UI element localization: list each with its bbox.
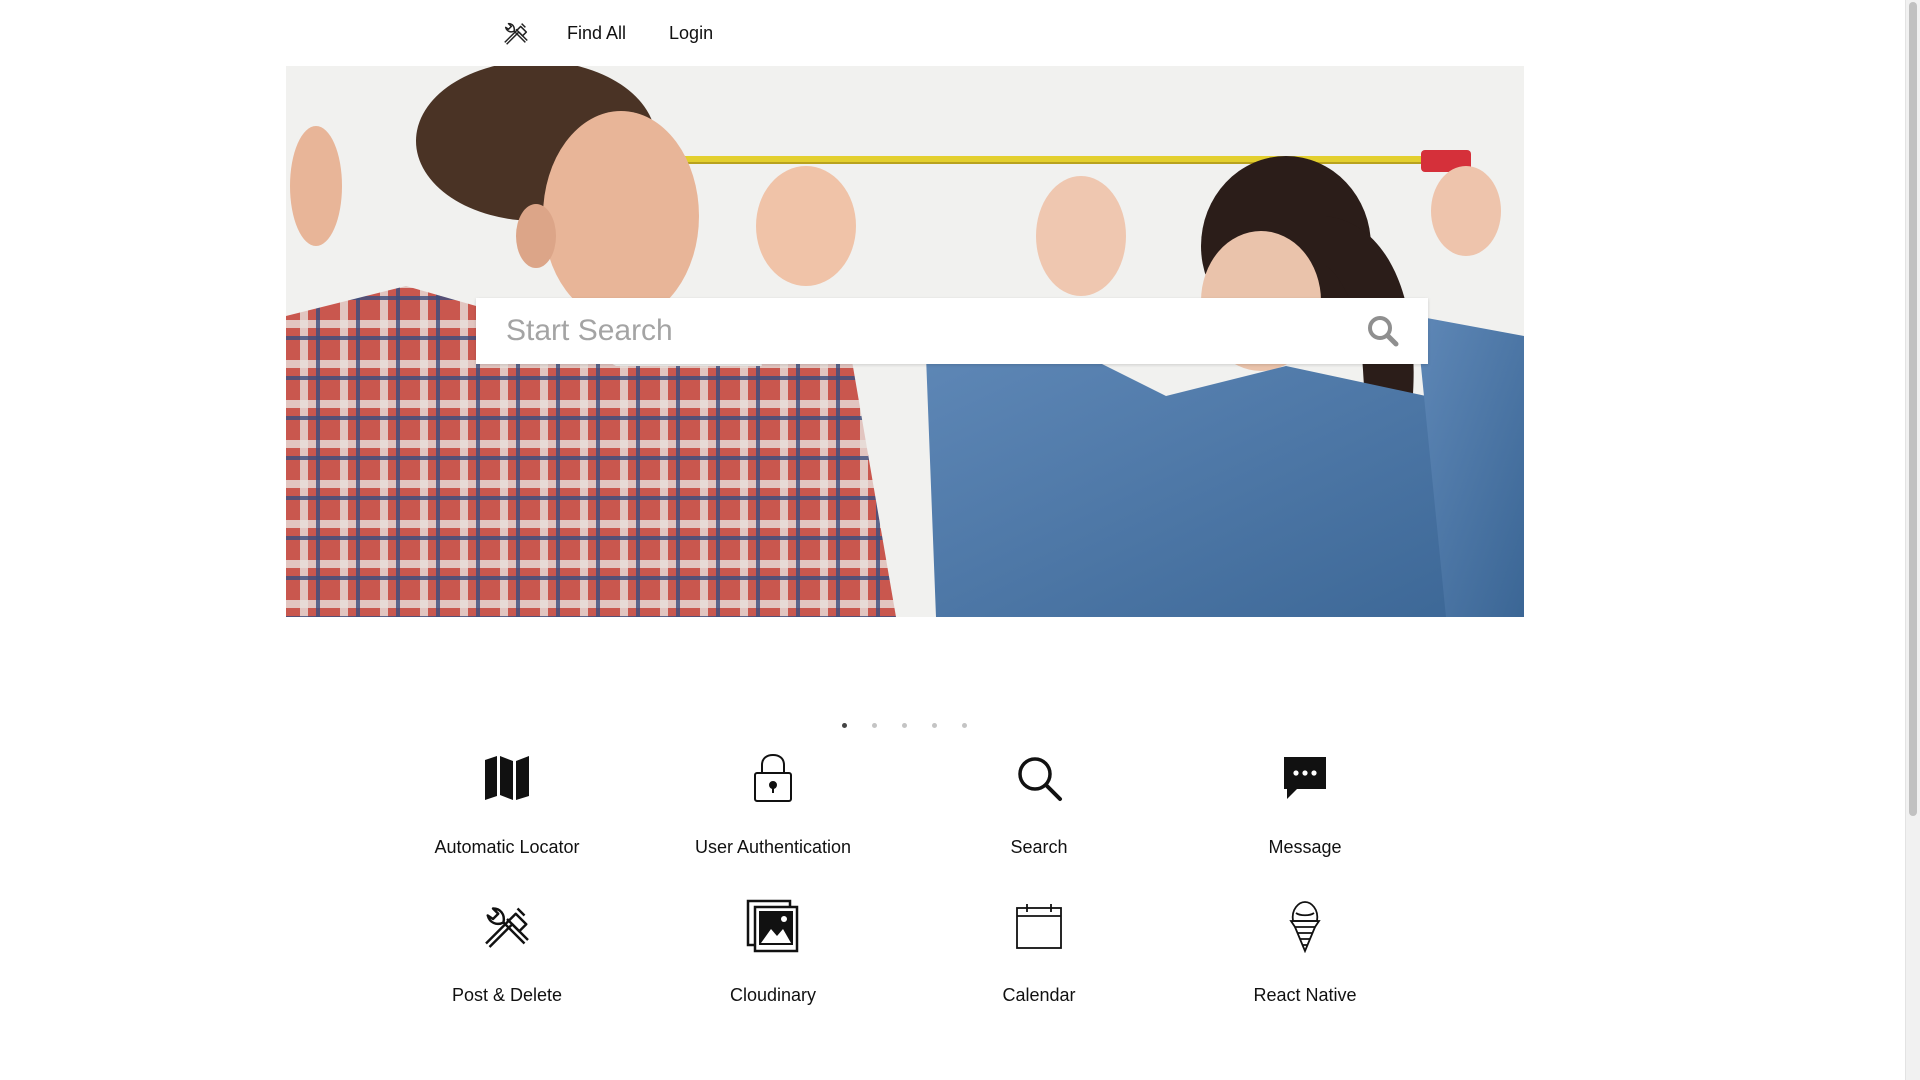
- feature-label: React Native: [1253, 985, 1357, 1005]
- hero-banner: [286, 66, 1524, 617]
- page-scrollbar[interactable]: [1905, 0, 1920, 1080]
- top-nav: Find All Login: [500, 16, 756, 50]
- scrollbar-thumb[interactable]: [1909, 2, 1917, 816]
- feature-user-authentication: User Authentication: [640, 750, 906, 898]
- feature-automatic-locator: Automatic Locator: [374, 750, 640, 898]
- lock-icon: [745, 750, 801, 806]
- carousel-dots: [842, 723, 992, 728]
- search-icon: [1011, 750, 1067, 806]
- nav-login[interactable]: Login: [669, 23, 713, 44]
- feature-label: Search: [1010, 837, 1068, 857]
- feature-post-delete: Post & Delete: [374, 898, 640, 1046]
- feature-label: Post & Delete: [451, 985, 563, 1005]
- tools-icon: [479, 898, 535, 954]
- feature-label: Calendar: [1002, 985, 1076, 1005]
- calendar-icon: [1011, 898, 1067, 954]
- feature-search: Search: [906, 750, 1172, 898]
- carousel-dot-1[interactable]: [842, 723, 847, 728]
- ice-cream-icon: [1277, 898, 1333, 954]
- carousel-dot-4[interactable]: [932, 723, 937, 728]
- nav-find-all[interactable]: Find All: [567, 23, 626, 44]
- feature-label: Cloudinary: [729, 985, 817, 1005]
- feature-label: Automatic Locator: [434, 837, 580, 857]
- feature-message: Message: [1172, 750, 1438, 898]
- feature-label: User Authentication: [694, 837, 852, 857]
- features-grid: Automatic Locator User Authentication Se…: [374, 750, 1438, 1046]
- feature-calendar: Calendar: [906, 898, 1172, 1046]
- message-icon: [1277, 750, 1333, 806]
- hero-search-input[interactable]: [476, 297, 1366, 365]
- feature-label: Message: [1268, 837, 1342, 857]
- photos-icon: [745, 898, 801, 954]
- map-icon: [479, 750, 535, 806]
- hero-search-box: [476, 297, 1428, 365]
- carousel-dot-3[interactable]: [902, 723, 907, 728]
- search-icon[interactable]: [1366, 314, 1400, 348]
- tools-icon[interactable]: [500, 17, 532, 49]
- carousel-dot-5[interactable]: [962, 723, 967, 728]
- feature-cloudinary: Cloudinary: [640, 898, 906, 1046]
- feature-react-native: React Native: [1172, 898, 1438, 1046]
- carousel-dot-2[interactable]: [872, 723, 877, 728]
